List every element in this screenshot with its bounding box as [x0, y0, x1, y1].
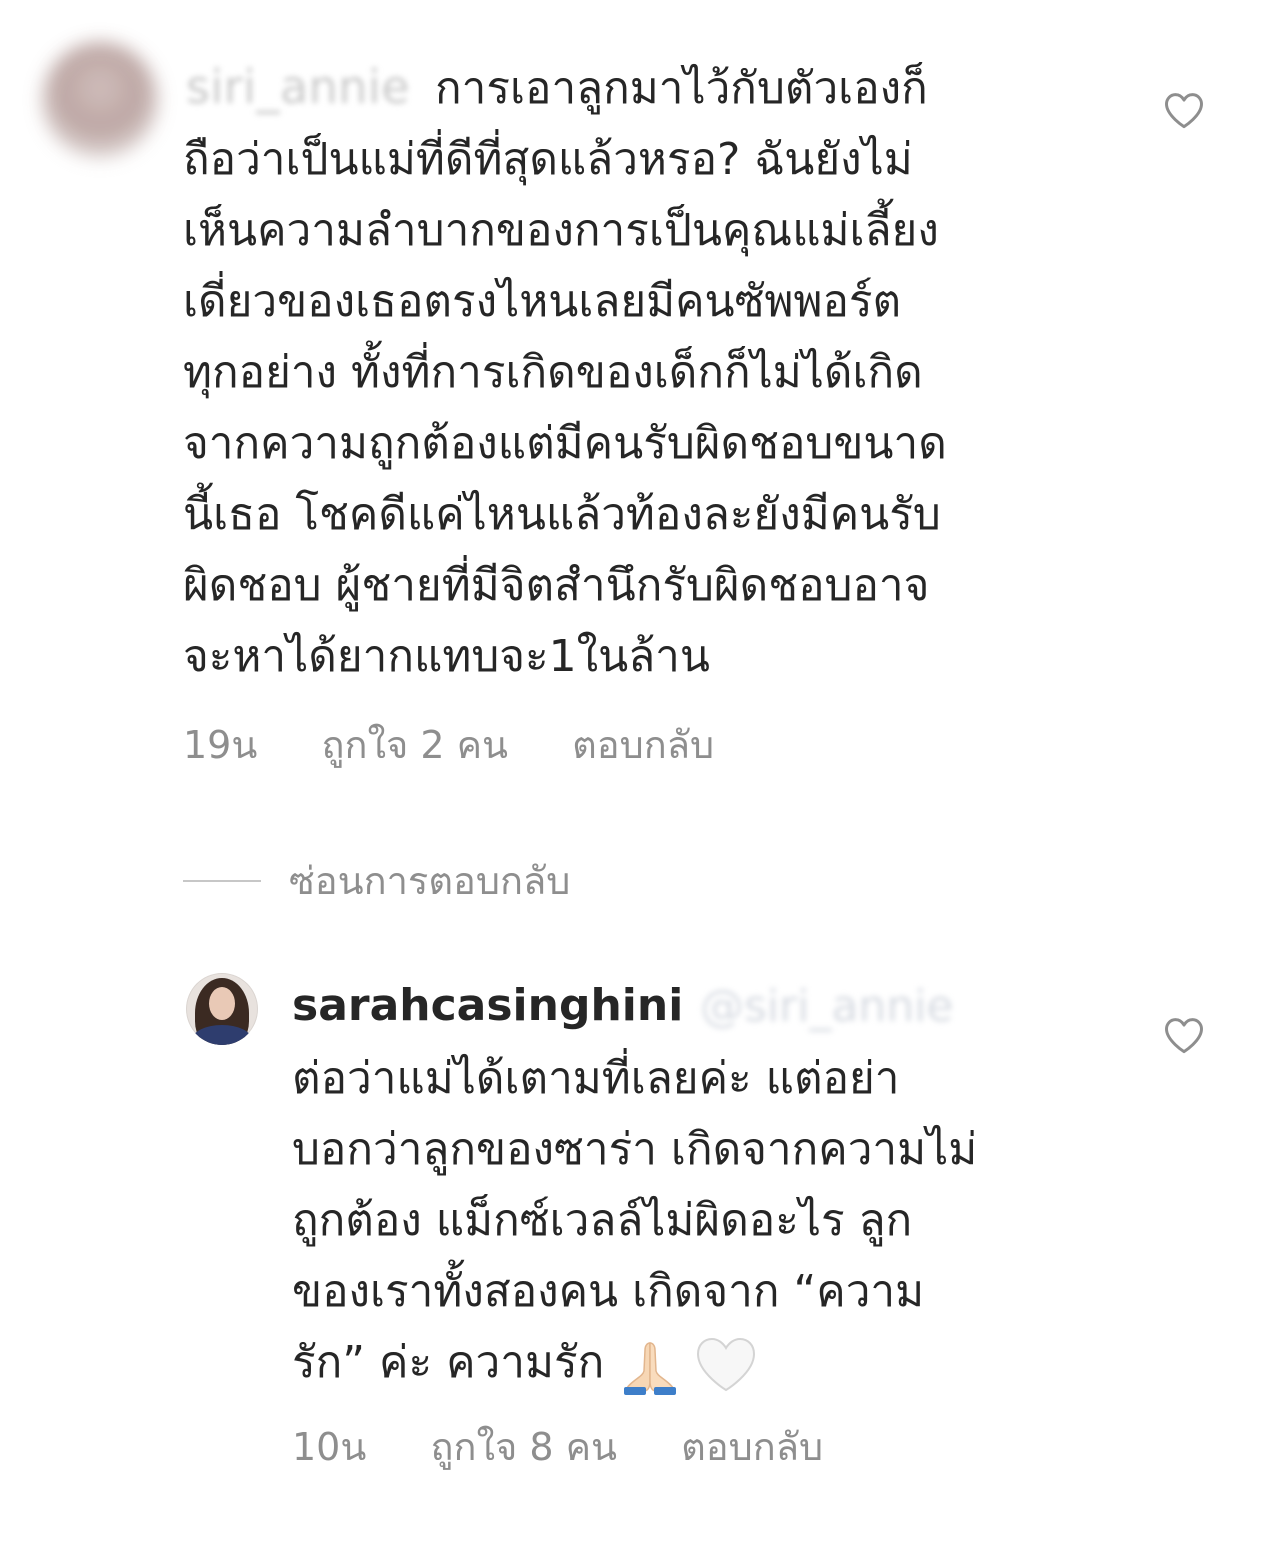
- comment-line: จากความถูกต้องแต่มีคนรับผิดชอบขนาด: [183, 418, 947, 469]
- comment-time: 10น: [292, 1425, 367, 1469]
- comment-text: การเอาลูกมาไว้กับตัวเองก็ ถือว่าเป็นแม่ท…: [183, 53, 947, 692]
- reply-header: sarahcasinghini: [292, 976, 683, 1036]
- like-count[interactable]: ถูกใจ 8 คน: [430, 1425, 617, 1469]
- reply-button[interactable]: ตอบกลับ: [681, 1425, 823, 1469]
- commenter-avatar[interactable]: [186, 973, 258, 1045]
- username-link[interactable]: sarahcasinghini: [292, 980, 683, 1031]
- comment-line: นี้เธอ โชคดีแค่ไหนแล้วท้องละยังมีคนรับ: [183, 489, 941, 540]
- comment-line: ต่อว่าแม่ได้เตามที่เลยค่ะ แต่อย่า: [292, 1053, 900, 1104]
- comment-line: จะหาได้ยากแทบจะ1ในล้าน: [183, 631, 710, 682]
- comment-line: เดี่ยวของเธอตรงไหนเลยมีคนซัพพอร์ต: [183, 276, 902, 327]
- commenter-avatar[interactable]: [42, 42, 158, 158]
- comment-line: บอกว่าลูกของซาร่า เกิดจากความไม่: [292, 1124, 978, 1175]
- comment-line: ทุกอย่าง ทั้งที่การเกิดของเด็กก็ไม่ได้เก…: [183, 347, 923, 398]
- comment-line: ของเราทั้งสองคน เกิดจาก “ความ: [292, 1266, 925, 1317]
- comment-text: ต่อว่าแม่ได้เตามที่เลยค่ะ แต่อย่า บอกว่า…: [292, 1043, 977, 1398]
- like-count[interactable]: ถูกใจ 2 คน: [321, 723, 508, 767]
- comment-line: เห็นความลำบากของการเป็นคุณแม่เลี้ยง: [183, 205, 939, 256]
- comment-meta: 10น ถูกใจ 8 คน ตอบกลับ: [292, 1424, 823, 1470]
- comment-line: การเอาลูกมาไว้กับตัวเองก็: [435, 63, 928, 114]
- blurred-mention[interactable]: @siri_annie: [700, 981, 954, 1033]
- reply-button[interactable]: ตอบกลับ: [572, 723, 714, 767]
- comment-line: ผิดชอบ ผู้ชายที่มีจิตสำนึกรับผิดชอบอาจ: [183, 560, 930, 611]
- comment-line: รัก” ค่ะ ความรัก: [292, 1327, 977, 1398]
- white-heart-emoji: [697, 1337, 756, 1392]
- comment-meta: 19น ถูกใจ 2 คน ตอบกลับ: [183, 722, 714, 768]
- folded-hands-emoji: [624, 1342, 677, 1395]
- comment-line: ถูกต้อง แม็กซ์เวลล์ไม่ผิดอะไร ลูก: [292, 1195, 913, 1246]
- heart-icon[interactable]: [1163, 1015, 1205, 1055]
- comment-line-text: รัก” ค่ะ ความรัก: [292, 1337, 605, 1388]
- comment-line: ถือว่าเป็นแม่ที่ดีที่สุดแล้วหรอ? ฉันยังไ…: [183, 134, 913, 185]
- hide-replies-label[interactable]: ซ่อนการตอบกลับ: [289, 850, 570, 911]
- heart-icon[interactable]: [1163, 90, 1205, 130]
- hide-replies-toggle[interactable]: ซ่อนการตอบกลับ: [183, 850, 570, 911]
- comment-time: 19น: [183, 723, 258, 767]
- divider-line: [183, 879, 261, 882]
